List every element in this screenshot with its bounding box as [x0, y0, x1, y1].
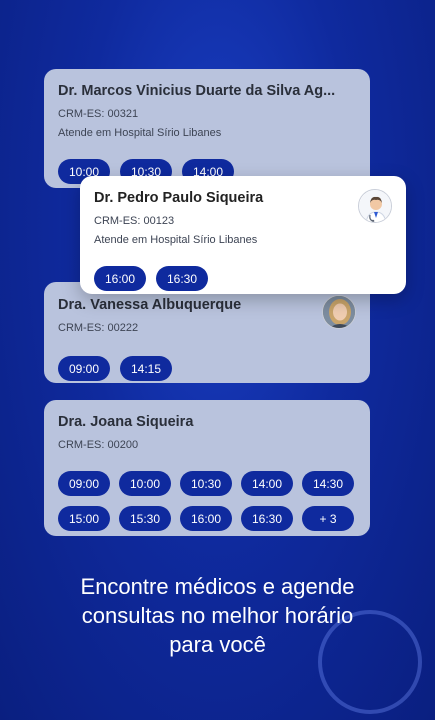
- doctor-card[interactable]: Dr. Marcos Vinicius Duarte da Silva Ag..…: [44, 69, 370, 188]
- doctor-card[interactable]: Dra. Vanessa Albuquerque CRM-ES: 00222 0…: [44, 282, 370, 383]
- doctor-crm: CRM-ES: 00123: [94, 215, 175, 227]
- time-slot[interactable]: 14:30: [302, 471, 354, 496]
- doctor-crm: CRM-ES: 00222: [58, 322, 139, 334]
- time-slots: 09:00 14:15: [58, 356, 356, 381]
- time-slot[interactable]: 09:00: [58, 471, 110, 496]
- doctor-name: Dra. Vanessa Albuquerque: [58, 297, 242, 313]
- avatar: [322, 295, 356, 329]
- time-slot[interactable]: 16:00: [180, 506, 232, 531]
- time-slot[interactable]: 14:00: [241, 471, 293, 496]
- time-slot[interactable]: 16:30: [156, 266, 208, 291]
- doctor-location: Atende em Hospital Sírio Libanes: [94, 234, 258, 246]
- time-slot[interactable]: 10:00: [119, 471, 171, 496]
- doctor-card-active[interactable]: Dr. Pedro Paulo Siqueira CRM-ES: 00123 A…: [80, 176, 406, 294]
- doctor-avatar-icon: [358, 189, 392, 223]
- time-slot[interactable]: 10:30: [180, 471, 232, 496]
- time-slot[interactable]: 14:15: [120, 356, 172, 381]
- more-slots-button[interactable]: + 3: [302, 506, 354, 531]
- tagline-line: para você: [169, 632, 266, 657]
- time-slot[interactable]: 15:30: [119, 506, 171, 531]
- time-slots: 09:00 10:00 10:30 14:00 14:30 15:00 15:3…: [58, 471, 356, 531]
- tagline-line: consultas no melhor horário: [81, 603, 354, 628]
- doctor-name: Dr. Pedro Paulo Siqueira: [94, 190, 264, 206]
- onboarding-tagline: Encontre médicos e agende consultas no m…: [0, 572, 435, 659]
- time-slot[interactable]: 16:30: [241, 506, 293, 531]
- doctor-name: Dr. Marcos Vinicius Duarte da Silva Ag..…: [58, 83, 336, 99]
- time-slot[interactable]: 15:00: [58, 506, 110, 531]
- time-slot[interactable]: 09:00: [58, 356, 110, 381]
- doctor-crm: CRM-ES: 00321: [58, 108, 139, 120]
- tagline-line: Encontre médicos e agende: [80, 574, 355, 599]
- doctor-crm: CRM-ES: 00200: [58, 439, 139, 451]
- doctor-location: Atende em Hospital Sírio Libanes: [58, 127, 222, 139]
- doctor-name: Dra. Joana Siqueira: [58, 414, 194, 430]
- time-slots: 16:00 16:30: [94, 266, 392, 291]
- time-slot[interactable]: 16:00: [94, 266, 146, 291]
- doctor-card[interactable]: Dra. Joana Siqueira CRM-ES: 00200 09:00 …: [44, 400, 370, 536]
